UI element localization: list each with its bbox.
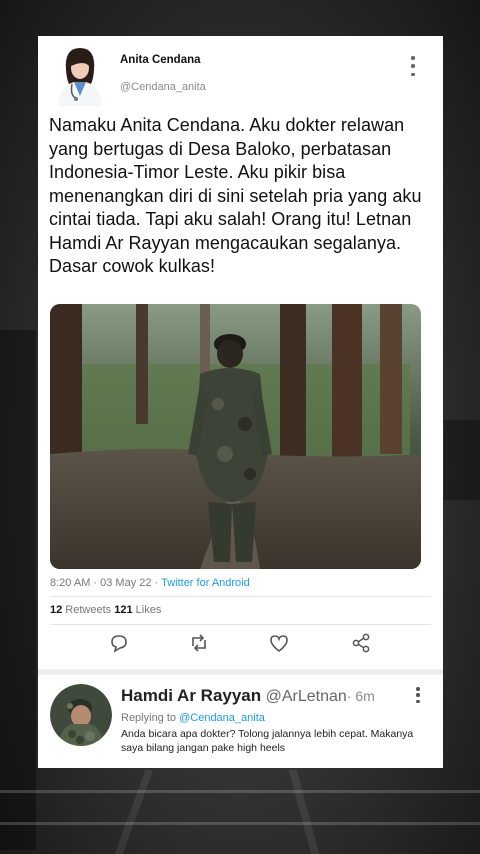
reply-icon[interactable] (108, 632, 130, 654)
divider (50, 596, 431, 597)
likes-label: Likes (132, 604, 162, 616)
tweet-stats: 12 Retweets 121 Likes (50, 604, 161, 616)
reply-header: Hamdi Ar Rayyan @ArLetnan· 6m (121, 686, 375, 706)
tweet-photo[interactable] (50, 304, 421, 569)
tweet-timestamp: 8:20 AM · 03 May 22 · Twitter for Androi… (50, 577, 250, 589)
retweets-count[interactable]: 12 (50, 604, 62, 616)
heart-icon[interactable] (268, 632, 290, 654)
tweet-actions (38, 632, 443, 656)
share-icon[interactable] (350, 632, 372, 654)
reply-more-options-icon[interactable] (415, 687, 421, 703)
reply-text: Anda bicara apa dokter? Tolong jalannya … (121, 728, 414, 754)
tweet-text: Namaku Anita Cendana. Aku dokter relawan… (49, 115, 422, 276)
retweets-label: Retweets (62, 604, 115, 616)
replying-to-mention[interactable]: @Cendana_anita (179, 712, 265, 724)
more-options-icon[interactable] (409, 56, 417, 76)
reply-author-handle[interactable]: @ArLetnan (261, 688, 347, 705)
retweet-icon[interactable] (188, 632, 210, 654)
tweet-source-link[interactable]: Twitter for Android (161, 577, 250, 589)
replying-to: Replying to @Cendana_anita (121, 712, 265, 724)
likes-count[interactable]: 121 (114, 604, 132, 616)
timestamp-text: 8:20 AM · 03 May 22 · (50, 577, 162, 589)
reply-separator (38, 669, 443, 675)
tweet-card: Anita Cendana @Cendana_anita Namaku Anit… (38, 36, 443, 768)
replying-to-label: Replying to (121, 712, 180, 724)
author-name[interactable]: Anita Cendana (120, 54, 201, 66)
reply-time: · 6m (346, 688, 375, 704)
tweet-header: Anita Cendana @Cendana_anita (38, 36, 443, 110)
divider (50, 624, 431, 625)
author-avatar[interactable] (52, 44, 108, 106)
reply-author-avatar[interactable] (50, 684, 112, 746)
author-handle[interactable]: @Cendana_anita (120, 81, 206, 93)
reply-author-name[interactable]: Hamdi Ar Rayyan (121, 686, 261, 705)
